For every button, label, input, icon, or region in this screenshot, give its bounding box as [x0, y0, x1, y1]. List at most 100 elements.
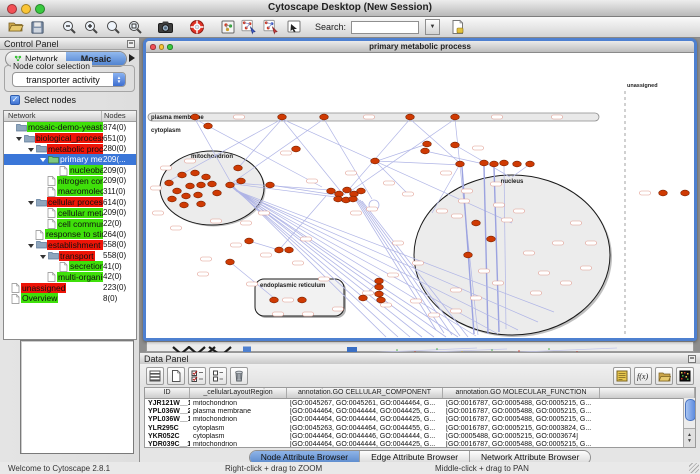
graph-node[interactable] — [343, 187, 352, 193]
graph-node[interactable] — [237, 178, 246, 184]
graph-node[interactable] — [292, 146, 301, 152]
table-row[interactable]: YJR121W__1mitochondrion[GO:0045267, GO:0… — [145, 399, 695, 407]
function-builder-button[interactable]: f(x) — [634, 367, 652, 385]
attribute-grid-button[interactable] — [146, 367, 164, 385]
delete-attribute-button[interactable] — [230, 367, 248, 385]
graph-node[interactable] — [168, 196, 177, 202]
graph-node[interactable] — [375, 278, 384, 284]
tab-overflow-arrow[interactable] — [129, 54, 135, 62]
graph-node[interactable] — [197, 201, 206, 207]
graph-node[interactable] — [234, 165, 243, 171]
graph-node[interactable] — [191, 114, 200, 120]
graph-node[interactable] — [208, 181, 217, 187]
resize-grip[interactable] — [689, 463, 699, 473]
tree-row[interactable]: secretion41(0) — [4, 261, 136, 272]
expander-icon[interactable] — [39, 154, 48, 164]
graph-node[interactable] — [226, 259, 235, 265]
graph-node[interactable] — [451, 142, 460, 148]
graph-node[interactable] — [197, 182, 206, 188]
float-panel-icon[interactable] — [127, 40, 135, 48]
node-color-dropdown[interactable]: transporter activity ▲▼ — [12, 72, 126, 87]
network-canvas[interactable]: plasma membrane cytoplasm mitochondrion … — [146, 53, 694, 338]
graph-node[interactable] — [186, 183, 195, 189]
network-close-button[interactable] — [150, 44, 156, 50]
graph-node[interactable] — [472, 220, 481, 226]
column-id[interactable]: ID — [145, 388, 190, 398]
search-input[interactable] — [351, 21, 419, 34]
tree-row[interactable]: response to stimul264(0) — [4, 229, 136, 240]
network-zoom-button[interactable] — [167, 44, 173, 50]
table-row[interactable]: YPL036W__2plasma membrane[GO:0044464, GO… — [145, 407, 695, 415]
select-first-neighbors-button[interactable] — [241, 19, 258, 36]
graph-node[interactable] — [213, 190, 222, 196]
tree-row[interactable]: cellular process614(0) — [4, 197, 136, 208]
graph-node[interactable] — [500, 160, 509, 166]
birds-eye-view[interactable] — [20, 340, 134, 454]
graph-node[interactable] — [180, 202, 189, 208]
tree-row[interactable]: establishment of lo558(0) — [4, 240, 136, 251]
column-cellular-layout-region[interactable]: _cellularLayoutRegion — [190, 388, 287, 398]
matrix-view-button[interactable] — [676, 367, 694, 385]
graph-node[interactable] — [298, 297, 307, 303]
table-row[interactable]: YLR295Ccytoplasm[GO:0045263, GO:0044464,… — [145, 424, 695, 432]
graph-node[interactable] — [275, 247, 284, 253]
tree-row[interactable]: multi-organism pro42(0) — [4, 272, 136, 283]
graph-node[interactable] — [406, 114, 415, 120]
vizmapper-button[interactable] — [219, 19, 236, 36]
graph-node[interactable] — [173, 188, 182, 194]
select-nodes-option[interactable]: ✓ Select nodes — [10, 95, 76, 105]
search-dropdown-button[interactable]: ▼ — [425, 19, 440, 35]
graph-node[interactable] — [320, 114, 329, 120]
graph-node[interactable] — [202, 174, 211, 180]
graph-node[interactable] — [357, 188, 366, 194]
select-nodes-checkbox[interactable]: ✓ — [10, 95, 20, 105]
tree-row[interactable]: Overview8(0) — [4, 293, 136, 304]
graph-node[interactable] — [377, 297, 386, 303]
tree-row[interactable]: primary metabo209(... — [4, 154, 136, 165]
new-attribute-button[interactable] — [167, 367, 185, 385]
network-view-window[interactable]: primary metabolic process plasma membran… — [143, 38, 697, 341]
graph-node[interactable] — [278, 114, 287, 120]
network-minimize-button[interactable] — [159, 44, 165, 50]
zoom-selected-button[interactable] — [104, 19, 121, 36]
help-button[interactable] — [188, 19, 205, 36]
annotation-button[interactable] — [285, 19, 302, 36]
app-titlebar[interactable]: Cytoscape Desktop (New Session) — [0, 0, 700, 17]
graph-node[interactable] — [226, 182, 235, 188]
expander-icon[interactable] — [27, 197, 36, 207]
tree-row[interactable]: transport558(0) — [4, 250, 136, 261]
zoom-in-button[interactable] — [82, 19, 99, 36]
graph-node[interactable] — [659, 190, 668, 196]
graph-node[interactable] — [490, 161, 499, 167]
network-window-titlebar[interactable]: primary metabolic process — [146, 41, 694, 53]
graph-node[interactable] — [194, 192, 203, 198]
expander-icon[interactable] — [39, 251, 48, 261]
graph-node[interactable] — [526, 161, 535, 167]
graph-node[interactable] — [681, 190, 690, 196]
tree-column-nodes[interactable]: Nodes — [102, 111, 136, 121]
hide-selected-button[interactable] — [263, 19, 280, 36]
graph-node[interactable] — [245, 238, 254, 244]
open-file-button[interactable] — [7, 19, 24, 36]
graph-node[interactable] — [375, 291, 384, 297]
tree-row[interactable]: nitrogen compo209(0) — [4, 175, 136, 186]
graph-node[interactable] — [464, 252, 473, 258]
graph-node[interactable] — [266, 182, 275, 188]
graph-node[interactable] — [451, 114, 460, 120]
graph-node[interactable] — [421, 148, 430, 154]
table-row[interactable]: YPL036W__1mitochondrion[GO:0044464, GO:0… — [145, 416, 695, 424]
tree-row[interactable]: macromolecule311(0) — [4, 186, 136, 197]
graph-node[interactable] — [359, 295, 368, 301]
graph-node[interactable] — [513, 161, 522, 167]
snapshot-button[interactable] — [157, 19, 174, 36]
tree-row[interactable]: metabolic process280(0) — [4, 143, 136, 154]
table-vertical-scrollbar[interactable]: ▲▼ — [683, 398, 695, 447]
graph-node[interactable] — [423, 141, 432, 147]
expander-icon[interactable] — [27, 240, 36, 250]
scrollbar-arrows[interactable]: ▲▼ — [684, 428, 695, 447]
zoom-fit-button[interactable] — [126, 19, 143, 36]
graph-node[interactable] — [270, 297, 279, 303]
save-session-button[interactable] — [29, 19, 46, 36]
table-row[interactable]: YKR052Ccytoplasm[GO:0044464, GO:0044446,… — [145, 432, 695, 440]
import-attributes-button[interactable] — [655, 367, 673, 385]
